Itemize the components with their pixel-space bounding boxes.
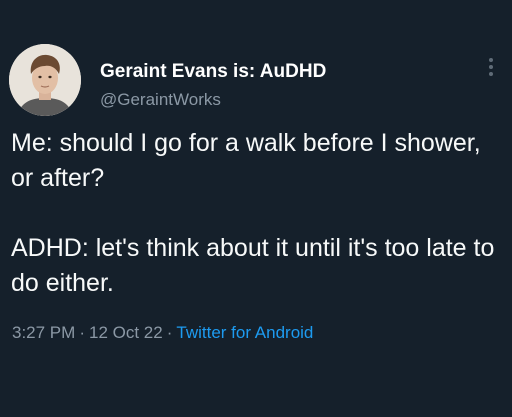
tweet-time[interactable]: 3:27 PM <box>12 323 75 342</box>
tweet-card: Geraint Evans is: AuDHD @GeraintWorks Me… <box>0 0 512 417</box>
meta-separator: · <box>79 323 85 342</box>
tweet-text: Me: should I go for a walk before I show… <box>11 126 501 301</box>
author-display-name[interactable]: Geraint Evans is: AuDHD <box>100 60 470 84</box>
more-vertical-icon[interactable] <box>484 58 498 80</box>
meta-separator: · <box>166 323 173 342</box>
tweet-meta: 3:27 PM · 12 Oct 22 · Twitter for Android <box>12 322 313 344</box>
tweet-paragraph-2: ADHD: let's think about it until it's to… <box>11 234 495 297</box>
tweet-paragraph-1: Me: should I go for a walk before I show… <box>11 129 481 192</box>
author-handle[interactable]: @GeraintWorks <box>100 89 470 111</box>
tweet-source-link[interactable]: Twitter for Android <box>176 323 313 342</box>
avatar[interactable] <box>9 44 81 116</box>
user-photo-icon <box>9 44 81 116</box>
tweet-date[interactable]: 12 Oct 22 <box>89 323 163 342</box>
tweet-header: Geraint Evans is: AuDHD @GeraintWorks <box>100 60 470 111</box>
